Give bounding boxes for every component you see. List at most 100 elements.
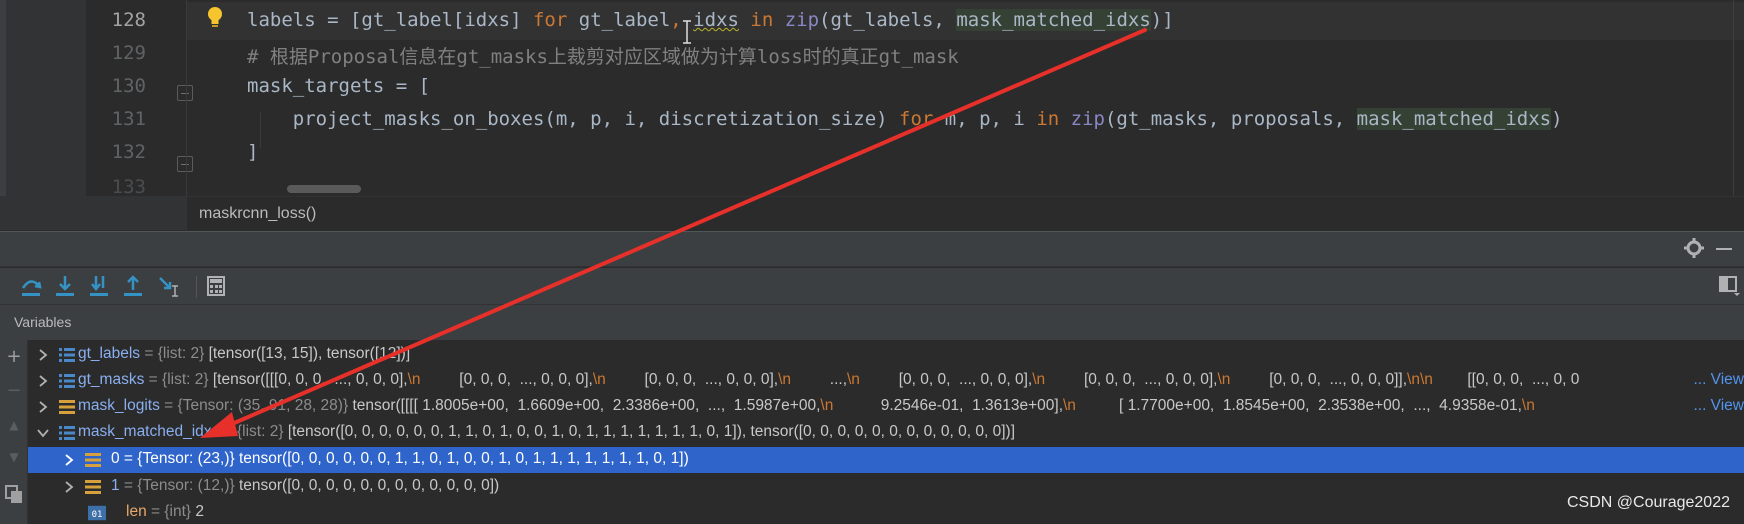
remove-watch-icon[interactable]: − [4,381,24,401]
code-token: project_masks_on_boxes(m, p, i, discreti… [247,108,900,130]
variable-type: {Tensor: (12,)} [137,477,239,494]
line-number: 131 [111,108,146,130]
step-over-icon[interactable] [19,274,43,298]
keyword-token: for [899,108,934,130]
line-number: 132 [111,141,146,163]
force-step-into-icon[interactable] [87,274,111,298]
debug-toolbar [0,268,1744,304]
variable-row-mask-logits[interactable]: mask_logits = {Tensor: (35, 91, 28, 28)}… [28,394,1744,420]
escape-sequence: \n [407,371,421,388]
copy-icon[interactable] [4,484,24,504]
indent-guide [260,112,261,148]
lightbulb-icon[interactable] [206,6,224,28]
code-token: (gt_masks, proposals, [1104,108,1357,130]
variable-value: [tensor([0, 0, 0, 0, 0, 0, 1, 1, 0, 1, 0… [287,423,1016,440]
variable-value: [[0, 0, 0, ..., 0, 0 [1432,371,1584,388]
breadcrumb[interactable]: maskrcnn_loss() [199,205,316,223]
code-line-130[interactable]: mask_targets = [ [247,75,430,97]
escape-sequence: \n [592,371,606,388]
code-token: gt_la [567,9,636,31]
equals-sign: = [159,397,178,414]
code-token-warning: idxs [693,9,739,31]
variable-type: {list: 2} [162,371,213,388]
add-watch-icon[interactable]: + [4,347,24,367]
variables-side-toolbar: + − ▲ ▼ [0,340,28,524]
equals-sign: = [146,503,165,520]
variable-value: [0, 0, 0, ..., 0, 0, 0], [605,371,779,388]
chevron-right-icon[interactable] [62,480,76,494]
variable-row-mask-matched-idxs[interactable]: mask_matched_idxs = {list: 2} [tensor([0… [28,420,1744,446]
keyword-token: for [532,9,568,31]
minimize-icon[interactable] [1716,248,1732,250]
variable-name: gt_masks [78,371,145,388]
code-token: )] [1150,9,1174,31]
variable-row-index-1[interactable]: 1 = {Tensor: (12,)} tensor([0, 0, 0, 0, … [28,474,1744,500]
step-out-icon[interactable] [121,274,145,298]
svg-text:01: 01 [92,510,103,520]
variables-header [0,304,1744,340]
variable-name: len [126,503,147,520]
variable-value: ..., [791,371,847,388]
gear-icon[interactable] [1684,238,1704,258]
horizontal-scrollbar[interactable] [287,185,361,193]
chevron-right-icon[interactable] [62,453,76,467]
variable-name: mask_matched_idxs [78,423,220,440]
variables-title: Variables [14,314,72,330]
code-editor[interactable]: 128 129 130 131 132 133 labels = [gt_lab… [0,0,1744,196]
fold-marker[interactable] [177,85,193,101]
text-cursor-icon [683,20,691,44]
keyword-token: in [738,9,785,31]
view-link[interactable]: ... View [1689,397,1744,415]
variable-value: [0, 0, 0, ..., 0, 0, 0]], [1230,371,1408,388]
variable-row-gt-labels[interactable]: gt_labels = {list: 2} [tensor([13, 15]),… [28,342,1744,368]
equals-sign: = [140,345,158,362]
fold-marker[interactable] [177,156,193,172]
gutter-edge [0,0,6,196]
code-line-132[interactable]: ] [247,141,258,163]
chevron-right-icon[interactable] [36,374,50,388]
tensor-icon [59,400,75,414]
code-line-128[interactable]: labels = [gt_label[idxs] for gt_label, i… [247,9,1174,31]
vertical-scrollbar[interactable] [1733,0,1734,196]
code-token: bel [635,9,671,31]
variable-value: [ 1.7700e+00, 1.8545e+00, 2.3538e+00, ..… [1075,397,1522,414]
step-into-icon[interactable] [53,274,77,298]
gutter-separator [186,0,187,196]
variable-row-index-0[interactable]: 0 = {Tensor: (23,)} tensor([0, 0, 0, 0, … [28,447,1744,473]
code-line-131[interactable]: project_masks_on_boxes(m, p, i, discreti… [247,108,1563,130]
variable-value: tensor([[[[ 1.8005e+00, 1.6609e+00, 2.33… [352,397,821,414]
highlighted-usage: mask_matched_idxs [956,9,1151,31]
variable-value: 9.2546e-01, 1.3613e+00], [833,397,1063,414]
escape-sequence: \n [1521,397,1535,414]
variable-value: [tensor([[[0, 0, 0, ..., 0, 0, 0], [212,371,408,388]
variable-value: tensor([0, 0, 0, 0, 0, 0, 0, 0, 0, 0, 0,… [238,477,500,494]
code-line-129[interactable]: # 根据Proposal信息在gt_masks上裁剪对应区域做为计算loss时的… [247,42,959,69]
chevron-down-icon[interactable] [36,426,50,440]
breadcrumb-gutter [0,196,187,230]
run-to-cursor-icon[interactable] [157,274,181,298]
move-down-icon[interactable]: ▼ [4,447,24,467]
debug-tool-header [0,231,1744,267]
code-token: m, p, i [933,108,1037,130]
escape-sequence: \n\n [1407,371,1433,388]
list-icon [59,348,75,362]
line-number: 128 [111,9,146,31]
gutter [0,0,86,196]
layout-icon[interactable] [1718,274,1740,296]
move-up-icon[interactable]: ▲ [4,415,24,435]
escape-sequence: \n [1063,397,1076,414]
variable-row-len[interactable]: 01 len = {int} 2 [28,500,1744,524]
calculator-icon[interactable] [204,274,228,298]
toolbar-separator [196,276,197,298]
watermark: CSDN @Courage2022 [1567,494,1730,511]
variable-type: {Tensor: (23,)} [137,450,239,467]
equals-sign: = [219,423,237,440]
variable-type: {list: 2} [157,345,209,362]
line-number: 129 [111,42,146,64]
chevron-right-icon[interactable] [36,348,50,362]
view-link[interactable]: ... View [1689,371,1744,389]
variable-row-gt-masks[interactable]: gt_masks = {list: 2} [tensor([[[0, 0, 0,… [28,368,1744,394]
variable-value: [0, 0, 0, ..., 0, 0, 0], [859,371,1033,388]
chevron-right-icon[interactable] [36,400,50,414]
